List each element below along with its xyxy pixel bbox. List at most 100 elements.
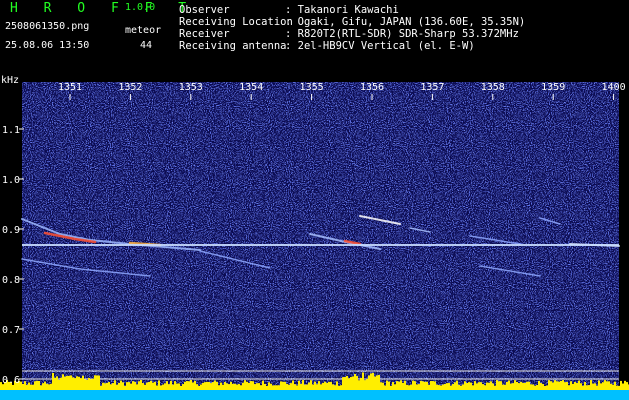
level-meter-bar <box>462 384 464 390</box>
level-meter-bar <box>222 384 224 390</box>
level-meter-bar <box>370 373 372 390</box>
level-meter-bar <box>74 378 76 390</box>
level-meter-bar <box>624 380 626 390</box>
level-meter-bar <box>460 385 462 390</box>
level-meter-bar <box>520 381 522 390</box>
level-meter-bar <box>242 382 244 390</box>
x-tick-label: 1359 <box>541 82 565 93</box>
level-meter-bar <box>364 380 366 390</box>
level-meter-bar <box>486 382 488 390</box>
level-meter-bar <box>58 379 60 390</box>
location-label: Receiving Location <box>179 16 293 28</box>
level-meter-bar <box>294 384 296 390</box>
waterfall-noise-bright <box>22 82 619 400</box>
level-meter-bar <box>220 382 222 390</box>
level-meter-bar <box>564 382 566 390</box>
level-meter-bar <box>410 384 412 390</box>
level-meter-bar <box>120 380 122 390</box>
level-meter-bar <box>260 385 262 390</box>
level-meter-bar <box>448 383 450 390</box>
level-meter-bar <box>576 383 578 390</box>
level-meter-bar <box>84 379 86 390</box>
y-tick-label: 0.7 <box>2 325 20 336</box>
level-meter-bar <box>96 375 98 390</box>
level-meter-bar <box>532 384 534 390</box>
level-meter-bar <box>524 382 526 390</box>
level-meter-bar <box>512 383 514 390</box>
level-meter-bar <box>178 383 180 390</box>
y-tick-label: 1.1 <box>2 125 20 136</box>
level-meter-bar <box>536 385 538 390</box>
level-meter-bar <box>506 381 508 390</box>
level-meter-bar <box>124 385 126 390</box>
antenna-label: Receiving antenna <box>179 40 287 52</box>
level-meter-bar <box>254 384 256 390</box>
level-meter-bar <box>256 383 258 390</box>
level-meter-bar <box>468 382 470 390</box>
level-meter-bar <box>272 385 274 390</box>
level-meter-bar <box>498 381 500 390</box>
level-meter-bar <box>626 382 628 390</box>
level-meter-bar <box>542 384 544 390</box>
level-meter-bar <box>86 379 88 390</box>
level-meter-bar <box>164 383 166 390</box>
level-meter-bar <box>452 384 454 390</box>
level-meter-bar <box>444 383 446 390</box>
level-meter-bar <box>510 383 512 390</box>
location-value: : Ogaki, Gifu, JAPAN (136.60E, 35.35N) <box>285 16 526 28</box>
level-meter-bar <box>368 375 370 390</box>
level-meter-bar <box>360 377 362 390</box>
level-meter-bar <box>268 382 270 390</box>
level-meter-bar <box>68 375 70 390</box>
level-meter-bar <box>392 382 394 390</box>
level-meter-bar <box>312 384 314 390</box>
level-meter-bar <box>280 381 282 390</box>
level-meter-bar <box>388 381 390 390</box>
meteor-label: meteor <box>125 25 162 36</box>
level-meter-bar <box>110 384 112 390</box>
level-meter-bar <box>442 384 444 390</box>
level-meter-bar <box>560 381 562 390</box>
level-meter-bar <box>394 384 396 390</box>
level-meter-bar <box>440 385 442 390</box>
level-meter-bar <box>566 381 568 390</box>
level-meter-bar <box>296 385 298 390</box>
level-meter-bar <box>348 378 350 390</box>
level-meter-bar <box>118 382 120 390</box>
x-tick-label: 1355 <box>300 82 324 93</box>
level-meter-bar <box>470 382 472 390</box>
level-meter-bar <box>330 381 332 390</box>
level-meter-bar <box>192 382 194 390</box>
level-meter-bar <box>476 383 478 390</box>
level-meter-bar <box>258 383 260 390</box>
level-meter-bar <box>306 384 308 390</box>
level-meter-bar <box>600 383 602 390</box>
observer-value: : Takanori Kawachi <box>285 4 399 16</box>
level-meter-bar <box>176 383 178 390</box>
level-meter-bar <box>64 376 66 390</box>
level-meter-bar <box>204 382 206 390</box>
level-meter-bar <box>158 380 160 390</box>
level-meter-bar <box>24 381 26 390</box>
level-meter-bar <box>436 384 438 390</box>
level-meter-bar <box>172 384 174 390</box>
level-meter-bar <box>122 382 124 390</box>
header-panel: H R O F F T 1.0.0 2508061350.png meteor … <box>0 0 629 56</box>
level-meter-bar <box>54 377 56 390</box>
level-meter-bar <box>488 382 490 390</box>
level-meter-bar <box>358 380 360 390</box>
level-meter-bar <box>594 383 596 390</box>
level-meter-bar <box>544 385 546 390</box>
level-meter-bar <box>188 381 190 390</box>
level-meter-bar <box>90 379 92 390</box>
level-meter-bar <box>534 385 536 390</box>
level-meter-bar <box>292 380 294 390</box>
level-meter-bar <box>458 384 460 390</box>
level-meter-bar <box>484 385 486 390</box>
level-meter-bar <box>62 374 64 390</box>
level-meter-bar <box>620 380 622 390</box>
y-tick-label: 0.8 <box>2 275 20 286</box>
level-meter-bar <box>494 385 496 390</box>
level-meter-bar <box>170 380 172 390</box>
level-meter-bar <box>424 381 426 390</box>
